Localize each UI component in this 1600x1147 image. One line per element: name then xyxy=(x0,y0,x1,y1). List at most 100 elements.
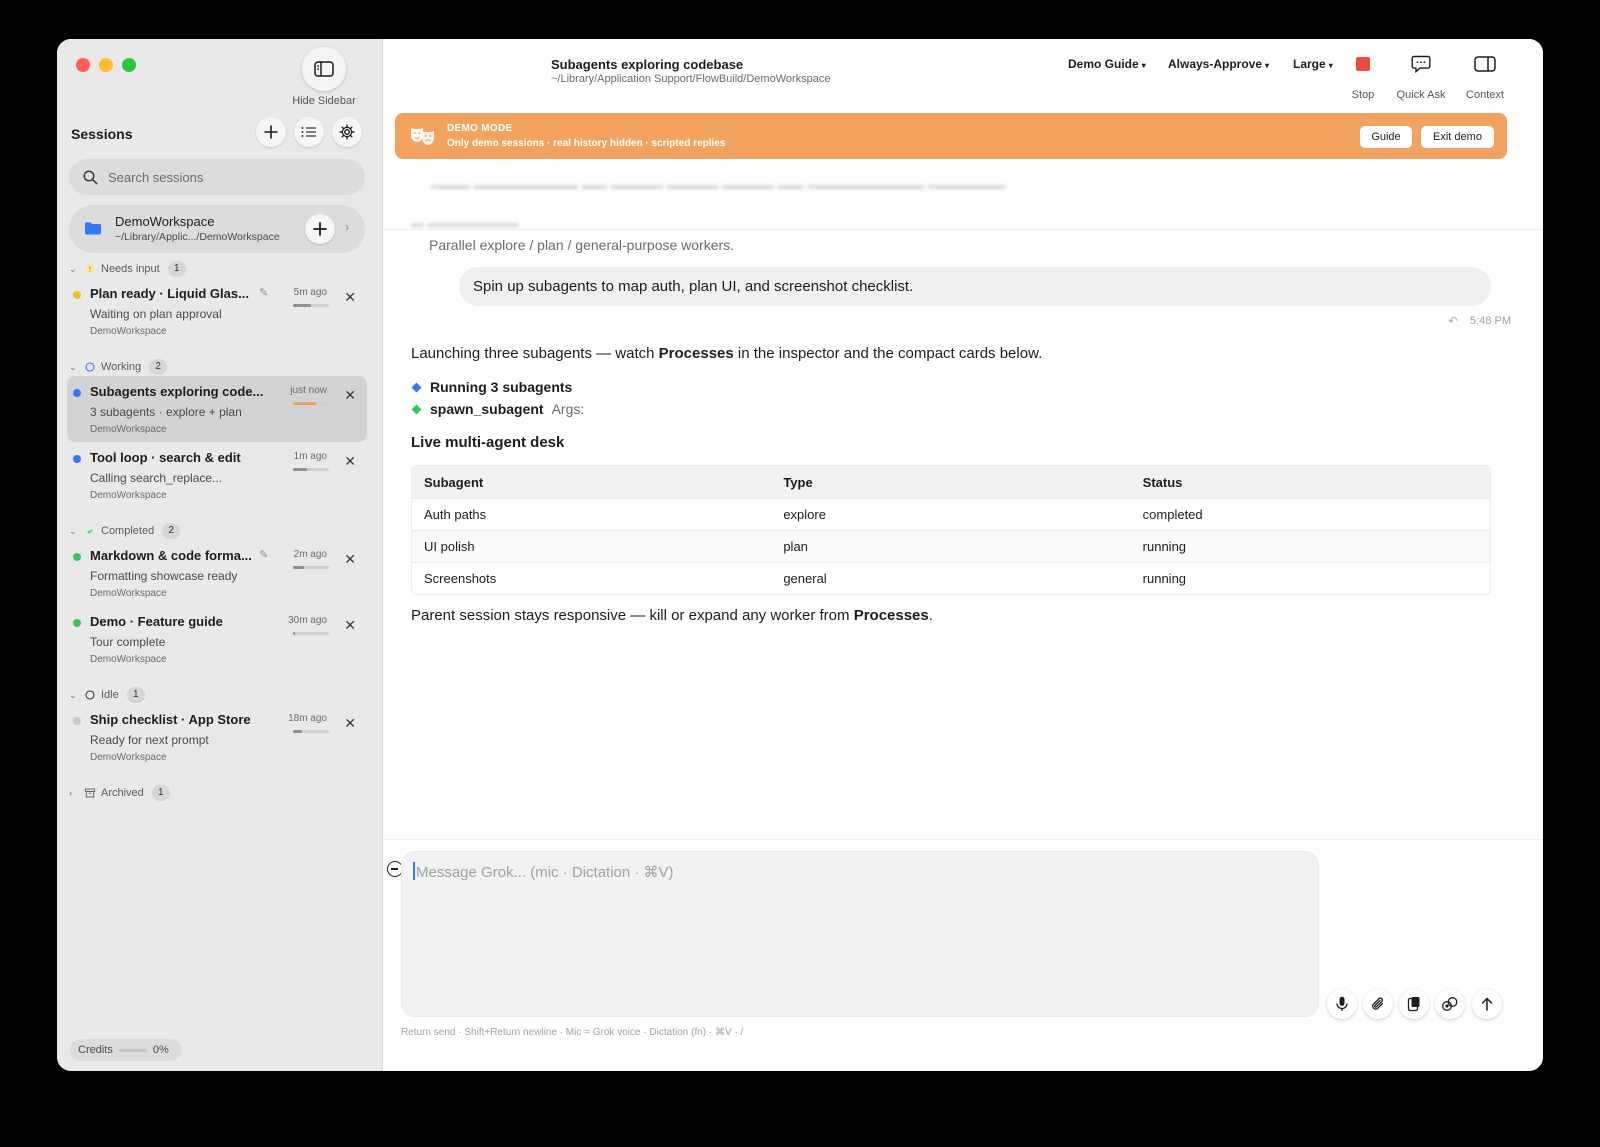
idle-circle-icon xyxy=(85,690,95,700)
session-subtitle: Ready for next prompt xyxy=(90,733,209,747)
group-needs-input[interactable]: ⌄ Needs input 1 xyxy=(69,260,186,278)
group-archived[interactable]: › Archived 1 xyxy=(69,784,170,802)
bullet-text: Running 3 subagents xyxy=(430,379,573,395)
table-cell: running xyxy=(1142,539,1187,554)
working-circle-icon xyxy=(85,362,95,372)
chevron-right-icon[interactable]: › xyxy=(345,220,349,234)
exit-demo-button[interactable]: Exit demo xyxy=(1421,126,1494,148)
session-time: 18m ago xyxy=(288,713,327,724)
session-subtitle: Calling search_replace... xyxy=(90,471,223,485)
workspace-path: ~/Library/Applic.../DemoWorkspace xyxy=(115,231,280,243)
approval-dropdown[interactable]: Always-Approve ▾ xyxy=(1168,57,1269,71)
list-view-button[interactable] xyxy=(294,117,324,147)
reply-icon[interactable]: ↶ xyxy=(1448,314,1458,328)
session-progress xyxy=(293,632,329,635)
assistant-followup: Parent session stays responsive — kill o… xyxy=(411,607,933,624)
settings-button[interactable] xyxy=(332,117,362,147)
session-time: 2m ago xyxy=(293,549,327,560)
processes-emphasis: Processes xyxy=(658,345,734,362)
close-icon[interactable]: ✕ xyxy=(344,715,356,732)
assistant-text: Launching three subagents — watch xyxy=(411,345,659,362)
keyboard-hints: Return send · Shift+Return newline · Mic… xyxy=(401,1027,744,1038)
processes-emphasis: Processes xyxy=(853,607,929,624)
session-time: 30m ago xyxy=(288,615,327,626)
table-cell: Auth paths xyxy=(424,507,487,522)
size-dropdown[interactable]: Large ▾ xyxy=(1293,57,1333,71)
chevron-down-icon: ⌄ xyxy=(69,263,77,274)
archive-icon xyxy=(85,788,95,798)
close-icon[interactable]: ✕ xyxy=(344,551,356,568)
guide-button[interactable]: Guide xyxy=(1360,126,1412,148)
close-icon[interactable]: ✕ xyxy=(344,289,356,306)
paste-button[interactable] xyxy=(1399,989,1429,1019)
message-time: 5:48 PM xyxy=(1470,315,1511,327)
table-cell: running xyxy=(1142,571,1187,586)
paperclip-icon xyxy=(1372,997,1384,1010)
divider xyxy=(383,229,1543,230)
group-completed[interactable]: ⌄ Completed 2 xyxy=(69,522,181,540)
session-workspace: DemoWorkspace xyxy=(90,752,167,763)
workspace-card[interactable]: DemoWorkspace ~/Library/Applic.../DemoWo… xyxy=(69,205,365,253)
session-row[interactable]: Plan ready · Liquid Glas... ✎ Waiting on… xyxy=(67,278,367,344)
stop-button[interactable]: Stop xyxy=(1343,53,1383,101)
gear-icon xyxy=(339,124,355,140)
divider xyxy=(383,839,1543,840)
sidebar-toggle-icon xyxy=(302,47,346,91)
attach-button[interactable] xyxy=(1363,989,1393,1019)
status-dot xyxy=(73,619,81,627)
session-row[interactable]: Markdown & code forma... ✎ Formatting sh… xyxy=(67,540,367,606)
chevron-down-icon: ▾ xyxy=(1141,61,1146,70)
session-title: Tool loop · search & edit xyxy=(90,450,241,465)
group-working[interactable]: ⌄ Working 2 xyxy=(69,358,168,376)
close-icon[interactable]: ✕ xyxy=(344,387,356,404)
zoom-window-button[interactable] xyxy=(122,58,136,72)
message-input[interactable]: Message Grok... (mic · Dictation · ⌘V) xyxy=(401,851,1319,1017)
session-subtitle: Waiting on plan approval xyxy=(90,307,222,321)
scrolled-out-text: ▬ ▬▬▬▬▬▬▬ xyxy=(411,215,519,230)
search-sessions-field[interactable]: Search sessions xyxy=(69,159,365,195)
credits-bar xyxy=(118,1048,147,1052)
session-subtitle: Tour complete xyxy=(90,635,166,649)
status-bullet: Running 3 subagents xyxy=(411,379,572,395)
close-icon[interactable]: ✕ xyxy=(344,453,356,470)
mic-button[interactable] xyxy=(1327,989,1357,1019)
table-cell: completed xyxy=(1142,507,1203,522)
demo-mode-banner: DEMO MODE Only demo sessions · real hist… xyxy=(395,113,1507,159)
session-row[interactable]: Demo · Feature guide Tour complete DemoW… xyxy=(67,606,367,672)
group-idle[interactable]: ⌄ Idle 1 xyxy=(69,686,145,704)
session-time: just now xyxy=(290,385,327,396)
hide-sidebar-button[interactable]: Hide Sidebar xyxy=(292,47,356,107)
workspace-add-button[interactable] xyxy=(305,214,335,244)
tool-call-bullet[interactable]: spawn_subagent Args: xyxy=(411,401,584,417)
send-button[interactable] xyxy=(1472,989,1502,1019)
minimize-window-button[interactable] xyxy=(99,58,113,72)
table-row: Screenshots general running xyxy=(412,562,1490,594)
session-workspace: DemoWorkspace xyxy=(90,326,167,337)
bullet-text: spawn_subagent xyxy=(430,401,544,417)
status-dot xyxy=(73,553,81,561)
assistant-text: Parent session stays responsive — kill o… xyxy=(411,607,854,624)
new-session-button[interactable] xyxy=(256,117,286,147)
voice-mode-button[interactable] xyxy=(1435,989,1465,1019)
assistant-message: Launching three subagents — watch Proces… xyxy=(411,345,1042,362)
voice-bubbles-icon xyxy=(1442,997,1458,1011)
credits-value: 0% xyxy=(152,1044,169,1056)
demo-guide-dropdown[interactable]: Demo Guide ▾ xyxy=(1068,57,1146,71)
table-header-cell: Status xyxy=(1142,474,1183,490)
group-count: 2 xyxy=(162,523,181,539)
session-row[interactable]: Tool loop · search & edit Calling search… xyxy=(67,442,367,508)
session-progress xyxy=(293,566,329,569)
credits-indicator[interactable]: Credits 0% xyxy=(70,1039,182,1061)
close-window-button[interactable] xyxy=(76,58,90,72)
close-icon[interactable]: ✕ xyxy=(344,617,356,634)
dropdown-label: Large xyxy=(1293,57,1326,71)
dropdown-label: Always-Approve xyxy=(1168,57,1263,71)
group-label: Needs input xyxy=(101,263,160,275)
session-row[interactable]: Ship checklist · App Store Ready for nex… xyxy=(67,704,367,770)
session-time: 5m ago xyxy=(293,287,327,298)
context-button[interactable]: Context xyxy=(1458,53,1512,101)
plus-icon xyxy=(313,222,327,236)
quick-ask-button[interactable]: Quick Ask xyxy=(1391,53,1451,101)
group-count: 1 xyxy=(167,261,186,277)
session-row-active[interactable]: Subagents exploring code... 3 subagents … xyxy=(67,376,367,442)
